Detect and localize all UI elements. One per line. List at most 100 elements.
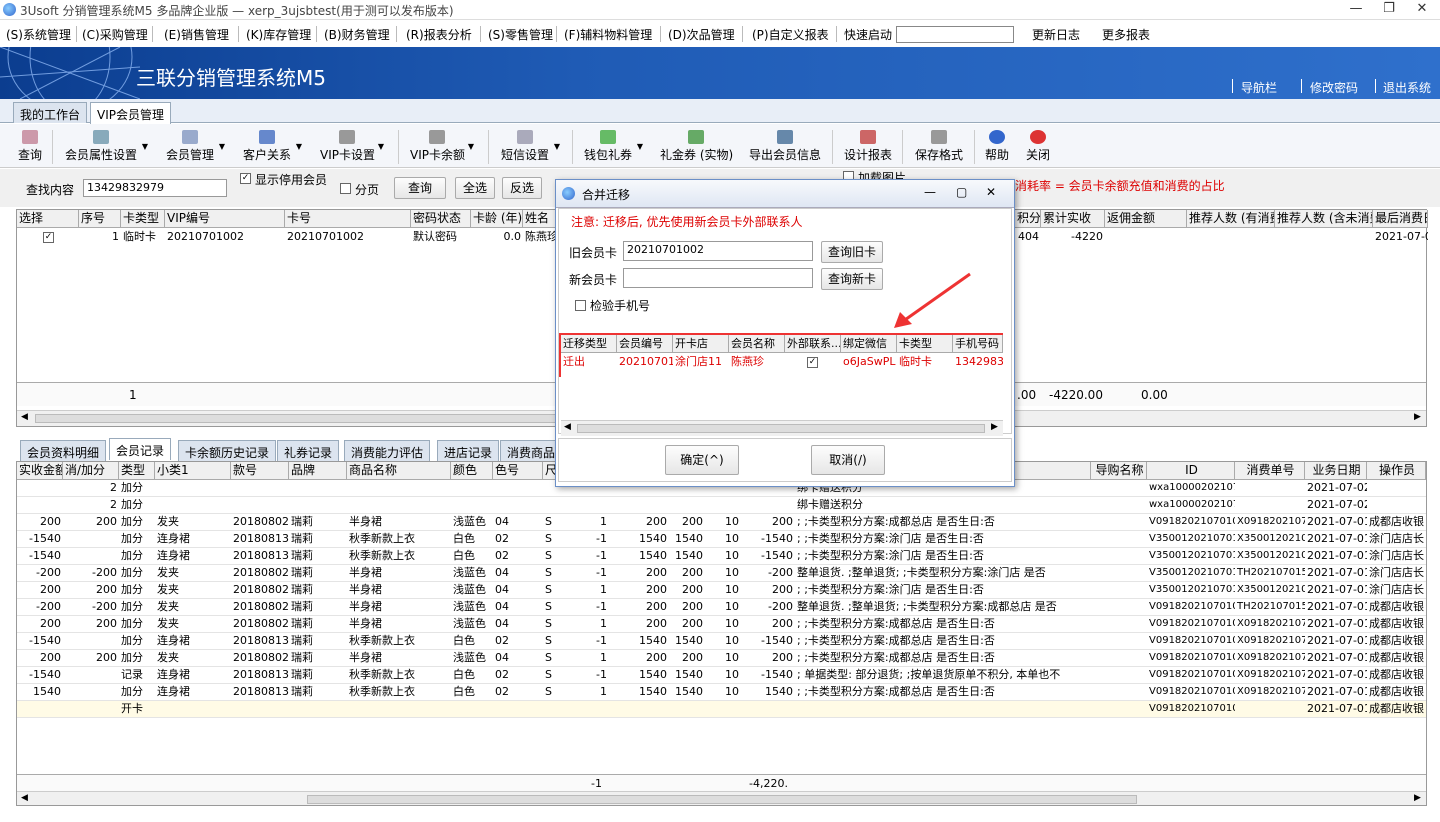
table-row[interactable]: -1540 记录 连身裙 20180813 瑞莉 秋季新款上衣 白色 02 S -1 1540 154… [17, 667, 1426, 684]
col-header-total[interactable]: 累计实收 [1041, 210, 1105, 228]
tab-store-visits[interactable]: 进店记录 [437, 440, 500, 461]
col-header-card-type[interactable]: 卡类型 [121, 210, 165, 228]
customer-relation-button[interactable]: 客户关系 ▼ [242, 126, 302, 166]
records-col-header[interactable]: 款号 [231, 462, 289, 480]
member-mgmt-button[interactable]: 会员管理 ▼ [165, 126, 225, 166]
query-button[interactable]: 查询 [17, 126, 43, 166]
table-row[interactable]: 200 200 加分 发夹 20180802 瑞莉 半身裙 浅蓝色 04 S 1 200 200 10 20… [17, 650, 1426, 667]
verify-phone-checkbox[interactable] [575, 300, 586, 311]
migrate-col-header[interactable]: 会员名称 [729, 335, 785, 353]
wallet-coupon-button[interactable]: 钱包礼券 ▼ [583, 126, 643, 166]
table-row[interactable]: -1540 加分 连身裙 20180813 瑞莉 秋季新款上衣 白色 02 S -1 1540 154… [17, 633, 1426, 650]
menu-reports[interactable]: (R)报表分析 [406, 26, 472, 43]
scroll-left-icon[interactable]: ◀ [564, 422, 571, 432]
menu-defects[interactable]: (D)次品管理 [668, 26, 735, 43]
migrate-col-header[interactable]: 开卡店 [673, 335, 729, 353]
records-col-header[interactable]: 消费单号 [1235, 462, 1305, 480]
dialog-close-icon[interactable]: ✕ [986, 185, 996, 199]
table-row[interactable]: -200 -200 加分 发夹 20180802 瑞莉 半身裙 浅蓝色 04 S -1 200 200 1… [17, 599, 1426, 616]
table-row[interactable]: -1540 加分 连身裙 20180813 瑞莉 秋季新款上衣 白色 02 S -1 1540 154… [17, 548, 1426, 565]
scroll-thumb[interactable] [307, 795, 1137, 804]
query-search-button[interactable]: 查询 [394, 177, 446, 199]
tab-my-workspace[interactable]: 我的工作台 [13, 102, 88, 123]
table-row[interactable]: -1540 加分 连身裙 20180813 瑞莉 秋季新款上衣 白色 02 S -1 1540 154… [17, 531, 1426, 548]
invert-selection-button[interactable]: 反选 [502, 177, 542, 199]
table-row[interactable]: 200 200 加分 发夹 20180802 瑞莉 半身裙 浅蓝色 04 S 1 200 200 10 20… [17, 514, 1426, 531]
logout-link[interactable]: 退出系统 [1383, 79, 1431, 96]
quick-launch-input[interactable] [896, 26, 1014, 43]
table-row[interactable]: 1540 加分 连身裙 20180813 瑞莉 秋季新款上衣 白色 02 S 1 1540 1540 1… [17, 684, 1426, 701]
col-header-referrals[interactable]: 推荐人数 (有消费) [1187, 210, 1275, 228]
records-col-header[interactable]: 操作员 [1367, 462, 1426, 480]
menu-more-reports[interactable]: 更多报表 [1102, 26, 1150, 43]
scroll-thumb[interactable] [35, 414, 635, 423]
records-col-header[interactable]: 色号 [493, 462, 543, 480]
records-col-header[interactable]: 消/加分 [63, 462, 119, 480]
records-col-header[interactable]: 颜色 [451, 462, 493, 480]
menu-finance[interactable]: (B)财务管理 [324, 26, 390, 43]
scroll-thumb[interactable] [577, 424, 985, 433]
row-select-checkbox[interactable]: ✓ [43, 232, 54, 243]
migrate-col-header[interactable]: 迁移类型 [561, 335, 617, 353]
menu-system[interactable]: (S)系统管理 [6, 26, 71, 43]
migrate-col-header[interactable]: 外部联系... [785, 335, 841, 353]
menu-retail[interactable]: (S)零售管理 [488, 26, 553, 43]
records-col-header[interactable]: 业务日期 [1305, 462, 1367, 480]
help-button[interactable]: 帮助 [984, 126, 1010, 166]
col-header-card-age[interactable]: 卡龄 (年) [471, 210, 523, 228]
member-attr-button[interactable]: 会员属性设置 ▼ [64, 126, 148, 166]
records-col-header[interactable]: 品牌 [289, 462, 347, 480]
search-input[interactable]: 13429832979 [83, 179, 227, 197]
close-button[interactable]: 关闭 [1025, 126, 1051, 166]
confirm-button[interactable]: 确定(^) [665, 445, 739, 475]
table-row[interactable]: 200 200 加分 发夹 20180802 瑞莉 半身裙 浅蓝色 04 S 1 200 200 10 20… [17, 582, 1426, 599]
records-col-header[interactable]: 导购名称 [1091, 462, 1147, 480]
menu-sales[interactable]: (E)销售管理 [164, 26, 229, 43]
menu-materials[interactable]: (F)辅料物料管理 [564, 26, 652, 43]
scroll-right-icon[interactable]: ▶ [1414, 412, 1421, 422]
vip-balance-button[interactable]: VIP卡余额 ▼ [410, 126, 474, 166]
select-all-button[interactable]: 全选 [455, 177, 495, 199]
tab-balance-history[interactable]: 卡余额历史记录 [178, 440, 277, 461]
gift-coupon-button[interactable]: 礼金券 (实物) [660, 126, 733, 166]
dialog-minimize-icon[interactable]: — [924, 185, 936, 199]
scroll-right-icon[interactable]: ▶ [991, 422, 998, 432]
table-row[interactable]: 开卡 V0918202107010 2021-07-01 成都店收银 [17, 701, 1426, 718]
scroll-right-icon[interactable]: ▶ [1414, 793, 1421, 803]
save-format-button[interactable]: 保存格式 [914, 126, 964, 166]
col-header-select[interactable]: 选择 [17, 210, 79, 228]
scroll-left-icon[interactable]: ◀ [21, 412, 28, 422]
sms-settings-button[interactable]: 短信设置 ▼ [500, 126, 560, 166]
col-header-points[interactable]: 积分 [1015, 210, 1041, 228]
dialog-maximize-icon[interactable]: ▢ [956, 185, 967, 199]
old-card-input[interactable]: 20210701002 [623, 241, 813, 261]
tab-consumption-eval[interactable]: 消费能力评估 [344, 440, 431, 461]
minimize-icon[interactable]: — [1344, 1, 1368, 19]
vip-card-settings-button[interactable]: VIP卡设置 ▼ [320, 126, 384, 166]
col-header-referrals-all[interactable]: 推荐人数 (含未消费) [1275, 210, 1373, 228]
table-row[interactable]: -200 -200 加分 发夹 20180802 瑞莉 半身裙 浅蓝色 04 S -1 200 200 1… [17, 565, 1426, 582]
menu-update-log[interactable]: 更新日志 [1032, 26, 1080, 43]
tab-coupon-records[interactable]: 礼券记录 [277, 440, 340, 461]
scroll-left-icon[interactable]: ◀ [21, 793, 28, 803]
paging-checkbox[interactable] [340, 183, 351, 194]
table-row[interactable]: 200 200 加分 发夹 20180802 瑞莉 半身裙 浅蓝色 04 S 1 200 200 10 20… [17, 616, 1426, 633]
export-member-button[interactable]: 导出会员信息 [748, 126, 822, 166]
design-report-button[interactable]: 设计报表 [843, 126, 893, 166]
cancel-button[interactable]: 取消(/) [811, 445, 885, 475]
restore-icon[interactable]: ❐ [1377, 1, 1401, 19]
col-header-last-date[interactable]: 最后消费日 [1373, 210, 1428, 228]
tab-member-records[interactable]: 会员记录 [109, 438, 172, 460]
col-header-card-no[interactable]: 卡号 [285, 210, 411, 228]
records-col-header[interactable]: 小类1 [155, 462, 231, 480]
tab-vip-management[interactable]: VIP会员管理 [90, 102, 171, 124]
new-card-input[interactable] [623, 268, 813, 288]
nav-bar-link[interactable]: 导航栏 [1241, 79, 1277, 96]
records-horizontal-scrollbar[interactable]: ◀ ▶ [17, 791, 1426, 805]
records-col-header[interactable]: ID [1147, 462, 1235, 480]
menu-custom-reports[interactable]: (P)自定义报表 [752, 26, 829, 43]
query-old-card-button[interactable]: 查询旧卡 [821, 241, 883, 263]
tab-consumed-goods[interactable]: 消费商品 [500, 440, 563, 461]
show-disabled-checkbox[interactable]: ✓ [240, 173, 251, 184]
close-icon[interactable]: ✕ [1410, 1, 1434, 19]
